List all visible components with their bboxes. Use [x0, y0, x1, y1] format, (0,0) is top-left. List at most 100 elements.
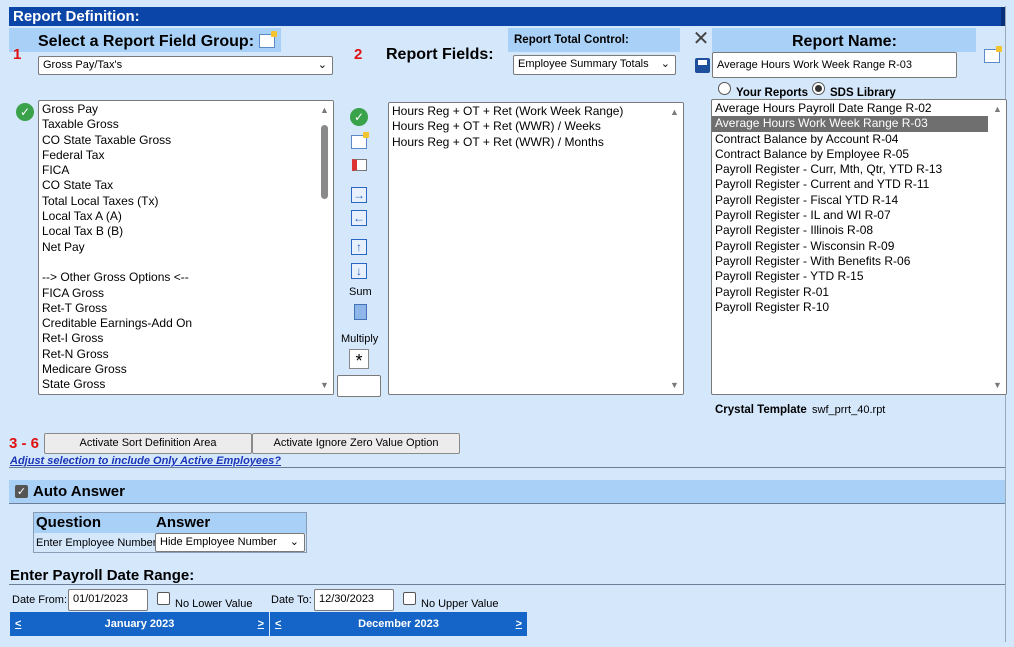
- date-from-input[interactable]: 01/01/2023: [68, 589, 148, 611]
- list-item[interactable]: Payroll Register R-01: [712, 285, 1006, 300]
- list-item[interactable]: Payroll Register - Curr, Mth, Qtr, YTD R…: [712, 162, 1006, 177]
- list-item[interactable]: Local Tax A (A): [39, 209, 333, 224]
- list-item[interactable]: Hours Reg + OT + Ret (WWR) / Weeks: [389, 119, 683, 134]
- edit-report-name-icon[interactable]: [983, 46, 1002, 65]
- list-item[interactable]: Average Hours Payroll Date Range R-02: [712, 101, 1006, 116]
- edit-field-icon[interactable]: [350, 132, 369, 151]
- report-library-list[interactable]: Average Hours Payroll Date Range R-02 Ave…: [711, 99, 1007, 395]
- date-from-label: Date From:: [12, 594, 68, 606]
- available-fields-scrollbar[interactable]: ▲ ▼: [316, 101, 333, 394]
- edit-group-icon[interactable]: [258, 31, 277, 50]
- list-item[interactable]: Hours Reg + OT + Ret (WWR) / Months: [389, 135, 683, 150]
- no-lower-value-label: No Lower Value: [175, 598, 253, 610]
- move-down-arrow-icon[interactable]: ↓: [350, 262, 368, 280]
- scroll-down-icon[interactable]: ▼: [993, 380, 1002, 390]
- list-item[interactable]: State Gross: [39, 377, 333, 392]
- question-header: Question: [36, 514, 102, 531]
- list-item[interactable]: CO State Taxable Gross: [39, 133, 333, 148]
- list-item[interactable]: --> Other Gross Options <--: [39, 270, 333, 285]
- multiply-value-input[interactable]: [337, 375, 381, 397]
- total-control-select[interactable]: Employee Summary Totals ⌄: [513, 55, 676, 75]
- list-item[interactable]: Federal Tax: [39, 148, 333, 163]
- scroll-down-icon[interactable]: ▼: [320, 380, 329, 390]
- scroll-down-icon[interactable]: ▼: [670, 380, 679, 390]
- list-item[interactable]: FICA: [39, 163, 333, 178]
- report-name-input[interactable]: Average Hours Work Week Range R-03: [712, 52, 957, 78]
- divider: [9, 467, 1005, 468]
- add-field-check-icon[interactable]: ✓: [16, 103, 34, 121]
- list-item[interactable]: Payroll Register - Current and YTD R-11: [712, 177, 1006, 192]
- sds-library-radio[interactable]: [812, 82, 825, 95]
- list-item[interactable]: Ret-N Gross: [39, 347, 333, 362]
- list-item[interactable]: Contract Balance by Employee R-05: [712, 147, 1006, 162]
- crystal-template-value: swf_prrt_40.rpt: [812, 404, 886, 416]
- move-right-arrow-icon[interactable]: →: [350, 186, 368, 204]
- auto-answer-table: Question Answer Enter Employee Number: H…: [33, 512, 307, 553]
- report-fields-scrollbar[interactable]: ▲ ▼: [666, 103, 683, 394]
- list-item[interactable]: Average Hours Work Week Range R-03: [712, 116, 988, 132]
- panel-title: Report Definition:: [9, 7, 1005, 26]
- calendar-to-next[interactable]: >: [516, 612, 522, 636]
- scroll-up-icon[interactable]: ▲: [320, 105, 329, 115]
- move-up-arrow-icon[interactable]: ↑: [350, 238, 368, 256]
- your-reports-radio[interactable]: [718, 82, 731, 95]
- scroll-up-icon[interactable]: ▲: [993, 104, 1002, 114]
- step-1-label: 1: [13, 46, 22, 63]
- report-fields-list[interactable]: Hours Reg + OT + Ret (Work Week Range) Ho…: [388, 102, 684, 395]
- list-item[interactable]: Payroll Register - Wisconsin R-09: [712, 239, 1006, 254]
- list-item[interactable]: Medicare Gross: [39, 362, 333, 377]
- list-item[interactable]: Gross Pay: [39, 102, 333, 117]
- report-library-scrollbar[interactable]: ▲ ▼: [989, 100, 1006, 394]
- available-fields-list[interactable]: Gross Pay Taxable Gross CO State Taxable G…: [38, 100, 334, 395]
- question-text: Enter Employee Number:: [36, 537, 160, 549]
- field-group-select[interactable]: Gross Pay/Tax's ⌄: [38, 56, 333, 75]
- scroll-up-icon[interactable]: ▲: [670, 107, 679, 117]
- list-item[interactable]: CO State Tax: [39, 178, 333, 193]
- confirm-check-icon[interactable]: ✓: [350, 108, 368, 126]
- list-item[interactable]: FICA Gross: [39, 286, 333, 301]
- no-lower-value-checkbox[interactable]: [157, 592, 170, 605]
- report-fields-label: Report Fields:: [386, 46, 494, 63]
- list-item[interactable]: Payroll Register - Fiscal YTD R-14: [712, 193, 1006, 208]
- sum-calculator-icon[interactable]: [351, 303, 369, 321]
- no-upper-value-checkbox[interactable]: [403, 592, 416, 605]
- list-item[interactable]: Creditable Earnings-Add On: [39, 316, 333, 331]
- date-to-label: Date To:: [271, 594, 312, 606]
- field-group-selected-value: Gross Pay/Tax's: [43, 59, 123, 71]
- list-item[interactable]: Local Tax B (B): [39, 224, 333, 239]
- sds-library-label: SDS Library: [830, 87, 896, 99]
- date-to-input[interactable]: 12/30/2023: [314, 589, 394, 611]
- field-properties-icon[interactable]: [350, 156, 368, 174]
- active-employees-link[interactable]: Adjust selection to include Only Active …: [10, 455, 281, 467]
- activate-sort-button[interactable]: Activate Sort Definition Area: [44, 433, 252, 454]
- list-item[interactable]: Ret-I Gross: [39, 331, 333, 346]
- list-item[interactable]: Payroll Register - With Benefits R-06: [712, 254, 1006, 269]
- sum-label: Sum: [349, 286, 372, 298]
- auto-answer-checkbox[interactable]: ✓: [15, 485, 28, 498]
- auto-answer-label: Auto Answer: [33, 483, 125, 500]
- answer-select[interactable]: Hide Employee Number ⌄: [155, 533, 305, 552]
- list-item[interactable]: Payroll Register - YTD R-15: [712, 269, 1006, 284]
- calendar-to-header: < December 2023 >: [270, 612, 527, 636]
- list-item[interactable]: Hours Reg + OT + Ret (Work Week Range): [389, 104, 683, 119]
- move-left-arrow-icon[interactable]: ←: [350, 209, 368, 227]
- activate-ignore-zero-button[interactable]: Activate Ignore Zero Value Option: [252, 433, 460, 454]
- list-item[interactable]: [39, 255, 333, 270]
- multiply-button[interactable]: *: [349, 349, 369, 371]
- date-range-label: Enter Payroll Date Range:: [10, 567, 195, 584]
- list-item[interactable]: Payroll Register - Illinois R-08: [712, 223, 1006, 238]
- list-item[interactable]: Ret-T Gross: [39, 301, 333, 316]
- list-item[interactable]: Taxable Gross: [39, 117, 333, 132]
- list-item[interactable]: Net Pay: [39, 240, 333, 255]
- calendar-from-next[interactable]: >: [258, 612, 264, 636]
- close-icon[interactable]: ✕: [692, 28, 710, 50]
- scroll-thumb[interactable]: [321, 125, 328, 199]
- list-item[interactable]: Payroll Register R-10: [712, 300, 1006, 315]
- save-icon[interactable]: [693, 56, 711, 74]
- list-item[interactable]: Total Local Taxes (Tx): [39, 194, 333, 209]
- list-item[interactable]: Payroll Register - IL and WI R-07: [712, 208, 1006, 223]
- divider: [9, 584, 1005, 585]
- calendar-to-month: December 2023: [358, 618, 439, 630]
- multiply-label: Multiply: [341, 333, 379, 345]
- list-item[interactable]: Contract Balance by Account R-04: [712, 132, 1006, 147]
